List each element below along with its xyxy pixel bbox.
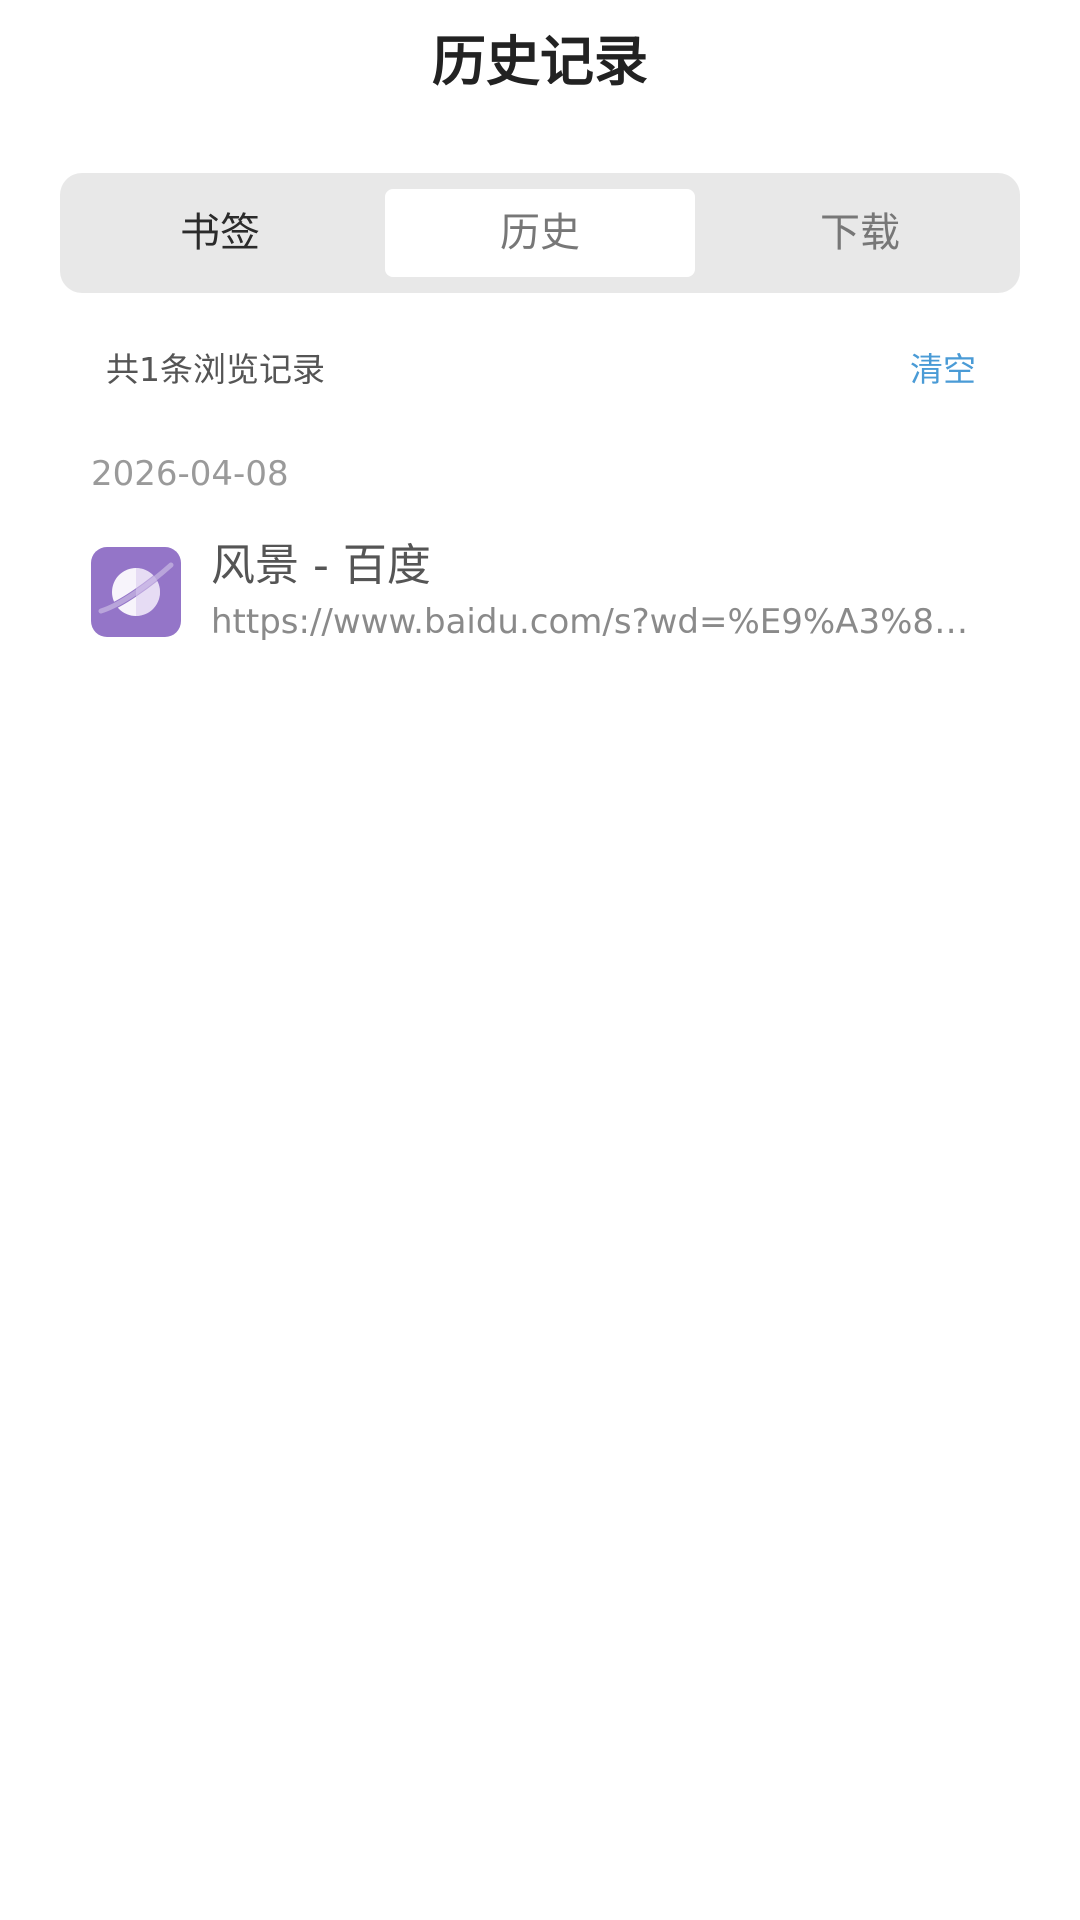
history-summary: 共1条浏览记录 清空 <box>106 340 976 400</box>
record-count-text: 共1条浏览记录 <box>106 350 325 389</box>
history-item-url: https://www.baidu.com/s?wd=%E9%A3%8E%... <box>211 602 981 642</box>
clear-history-button[interactable]: 清空 <box>910 340 976 400</box>
tab-downloads[interactable]: 下载 <box>700 189 1020 277</box>
tab-bookmarks[interactable]: 书签 <box>60 189 380 277</box>
history-item-title: 风景 - 百度 <box>211 540 431 591</box>
history-list-item[interactable]: 风景 - 百度 https://www.baidu.com/s?wd=%E9%A… <box>91 535 981 650</box>
page-title: 历史记录 <box>432 30 648 93</box>
date-group-header: 2026-04-08 <box>91 454 289 494</box>
tab-switcher: 书签 历史 下载 <box>60 173 1020 293</box>
planet-browser-icon <box>91 547 181 637</box>
tab-history[interactable]: 历史 <box>385 189 695 277</box>
